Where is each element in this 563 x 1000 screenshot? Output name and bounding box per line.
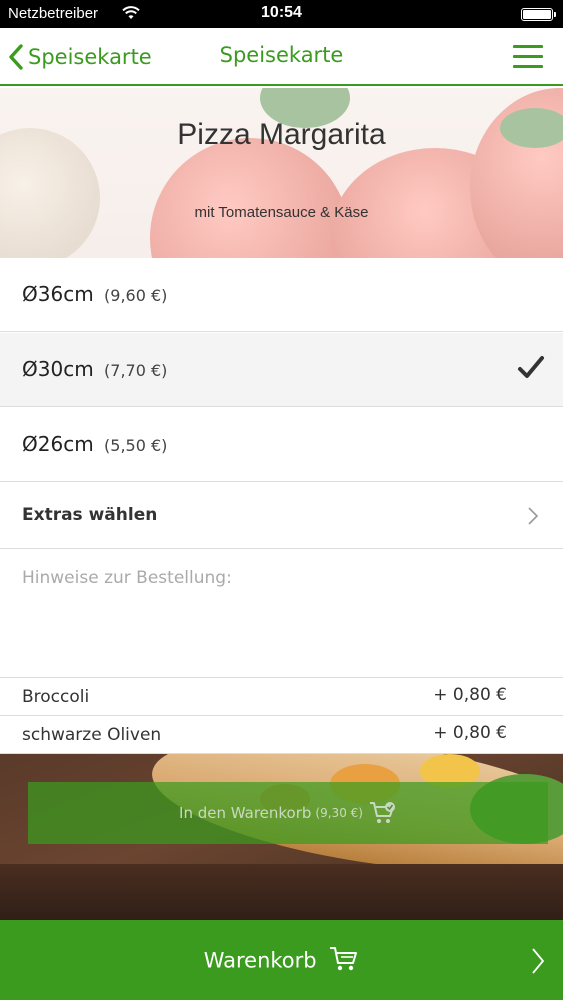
clock-time: 10:54 xyxy=(261,4,302,21)
status-bar: Netzbetreiber 10:54 xyxy=(0,0,563,28)
size-option-26[interactable]: Ø26cm (5,50 €) xyxy=(0,408,563,482)
extra-price: + 0,80 € xyxy=(433,685,507,705)
size-option-label: Ø36cm (9,60 €) xyxy=(22,282,167,306)
add-to-cart-price: (9,30 €) xyxy=(315,806,363,820)
size-option-label: Ø26cm (5,50 €) xyxy=(22,432,167,456)
chevron-right-icon xyxy=(527,506,539,530)
product-header: Pizza Margarita mit Tomatensauce & Käse xyxy=(0,88,563,258)
product-name: Pizza Margarita xyxy=(177,118,386,151)
size-price: (5,50 €) xyxy=(104,436,168,455)
page-title-text: Speisekarte xyxy=(219,43,344,67)
shopping-cart-label-wrap: Warenkorb xyxy=(0,946,563,977)
shopping-cart-label: Warenkorb xyxy=(203,948,317,973)
size-option-36[interactable]: Ø36cm (9,60 €) xyxy=(0,258,563,332)
checkmark-icon xyxy=(517,355,545,385)
size-value: Ø26cm xyxy=(22,432,94,456)
add-to-cart-label: In den Warenkorb xyxy=(179,804,312,822)
chevron-right-icon xyxy=(531,947,545,979)
size-value: Ø30cm xyxy=(22,357,94,381)
choose-extras-row[interactable]: Extras wählen xyxy=(0,483,563,549)
choose-extras-label: Extras wählen xyxy=(22,505,158,525)
hamburger-menu-icon[interactable] xyxy=(513,45,543,69)
back-button[interactable]: Speisekarte xyxy=(8,28,152,86)
product-description: mit Tomatensauce & Käse xyxy=(194,204,369,221)
list-item: schwarze Oliven + 0,80 € xyxy=(0,716,563,754)
chevron-left-icon xyxy=(9,44,23,70)
list-item: Broccoli + 0,80 € xyxy=(0,678,563,716)
extra-name: schwarze Oliven xyxy=(22,725,162,745)
size-price: (9,60 €) xyxy=(104,286,168,305)
navigation-bar: Speisekarte Speisekarte xyxy=(0,28,563,86)
order-notes-section xyxy=(0,550,563,678)
extra-price: + 0,80 € xyxy=(433,723,507,743)
size-price: (7,70 €) xyxy=(104,361,168,380)
size-option-30[interactable]: Ø30cm (7,70 €) xyxy=(0,333,563,407)
shopping-cart-bar[interactable]: Warenkorb xyxy=(0,920,563,1000)
cart-icon xyxy=(329,946,359,977)
size-option-label: Ø30cm (7,70 €) xyxy=(22,357,167,381)
battery-icon xyxy=(521,8,556,21)
extra-name: Broccoli xyxy=(22,687,90,707)
add-to-cart-button[interactable]: In den Warenkorb (9,30 €) xyxy=(28,782,548,844)
order-notes-input[interactable] xyxy=(14,562,544,662)
size-value: Ø36cm xyxy=(22,282,94,306)
cart-add-icon xyxy=(369,802,395,823)
back-button-label: Speisekarte xyxy=(28,45,152,69)
